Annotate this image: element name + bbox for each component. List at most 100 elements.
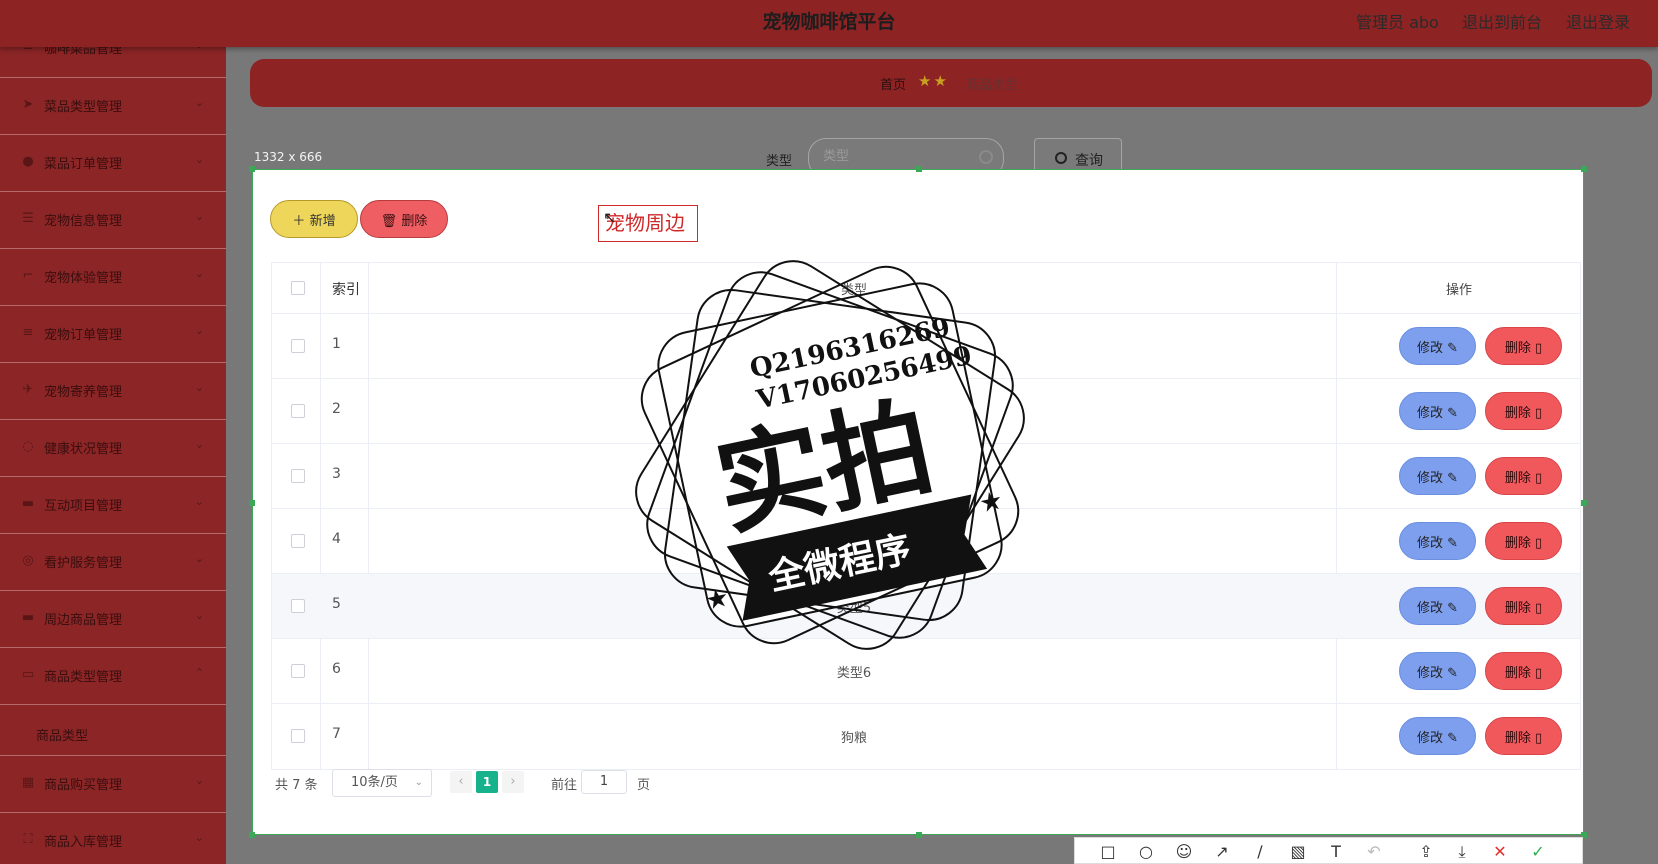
search-icon	[1055, 152, 1067, 164]
prev-page-button[interactable]: ‹	[450, 771, 472, 793]
edit-button[interactable]: 修改 ✎	[1399, 327, 1476, 365]
row-checkbox[interactable]	[291, 599, 305, 613]
row-index: 6	[332, 661, 341, 677]
sidebar-item-health[interactable]: ◌ 健康状况管理 ⌄	[0, 419, 226, 476]
pencil-icon: ✎	[1442, 535, 1459, 551]
delete-button[interactable]: 删除 ▯	[1485, 587, 1562, 625]
goto-label: 前往	[551, 778, 578, 793]
sidebar-item-label: 互动项目管理	[44, 499, 123, 514]
row-checkbox[interactable]	[291, 534, 305, 548]
trash-icon: ▯	[1530, 470, 1543, 486]
ellipse-tool-icon[interactable]: ○	[1135, 842, 1157, 861]
resize-handle[interactable]	[916, 832, 922, 838]
sidebar-item-label: 看护服务管理	[44, 556, 123, 571]
edit-button[interactable]: 修改 ✎	[1399, 457, 1476, 495]
trash-icon: ▯	[1530, 600, 1543, 616]
sidebar-item-label: 宠物信息管理	[44, 214, 123, 229]
edit-button[interactable]: 修改 ✎	[1399, 652, 1476, 690]
row-index: 4	[332, 531, 341, 547]
sidebar-item-peripheral[interactable]: ▬ 周边商品管理 ⌄	[0, 590, 226, 647]
message-icon: ▬	[21, 610, 35, 625]
trash-icon: ▯	[1530, 535, 1543, 551]
search-input[interactable]	[823, 149, 973, 164]
resize-handle[interactable]	[249, 166, 255, 172]
delete-label: 删除	[1504, 665, 1531, 681]
row-type: 类型6	[836, 666, 872, 681]
sidebar-item-dish-order[interactable]: ● 菜品订单管理 ⌄	[0, 134, 226, 191]
sidebar-item-pet-order[interactable]: ≡ 宠物订单管理 ⌄	[0, 305, 226, 362]
sidebar-item-interaction[interactable]: ▬ 互动项目管理 ⌄	[0, 476, 226, 533]
select-all-checkbox[interactable]	[291, 281, 305, 295]
chevron-down-icon: ⌄	[194, 438, 204, 451]
confirm-icon[interactable]: ✓	[1527, 842, 1549, 861]
edit-button[interactable]: 修改 ✎	[1399, 717, 1476, 755]
delete-button[interactable]: 删除 ▯	[1485, 457, 1562, 495]
row-checkbox[interactable]	[291, 729, 305, 743]
pagination: 共 7 条 10条/页 ⌄ ‹ 1 › 前往 1 页	[275, 767, 875, 797]
current-page[interactable]: 1	[476, 771, 498, 793]
page-size-select[interactable]: 10条/页 ⌄	[332, 769, 432, 797]
resize-handle[interactable]	[1581, 500, 1587, 506]
download-icon[interactable]: ⤓	[1451, 842, 1473, 862]
sidebar-item-goods-stock[interactable]: ⛶ 商品入库管理 ⌄	[0, 812, 226, 864]
row-checkbox[interactable]	[291, 404, 305, 418]
mosaic-tool-icon[interactable]: ☺	[1173, 842, 1195, 861]
sidebar-item-goods-type[interactable]: ▭ 商品类型管理 ⌃	[0, 647, 226, 704]
row-checkbox[interactable]	[291, 469, 305, 483]
arrow-tool-icon[interactable]: ↗	[1211, 842, 1233, 861]
pencil-icon: ✎	[1442, 600, 1459, 616]
chevron-down-icon: ⌄	[194, 609, 204, 622]
delete-button[interactable]: 删除 ▯	[1485, 717, 1562, 755]
edit-button[interactable]: 修改 ✎	[1399, 392, 1476, 430]
chevron-down-icon: ⌄	[194, 267, 204, 280]
pen-tool-icon[interactable]: ∕	[1249, 842, 1271, 861]
rectangle-tool-icon[interactable]: □	[1097, 842, 1119, 861]
close-icon[interactable]: ✕	[1489, 842, 1511, 861]
share-icon[interactable]: ⇪	[1415, 842, 1437, 861]
resize-handle[interactable]	[1581, 166, 1587, 172]
back-to-front-link[interactable]: 退出到前台	[1462, 9, 1542, 33]
resize-handle[interactable]	[916, 166, 922, 172]
row-index: 5	[332, 596, 341, 612]
table-row: 2 类型2 修改 ✎ 删除 ▯	[272, 379, 1580, 444]
delete-label: 删除	[1504, 600, 1531, 616]
row-index: 2	[332, 401, 341, 417]
sidebar-item-goods-purchase[interactable]: ▦ 商品购买管理 ⌄	[0, 755, 226, 812]
blur-tool-icon[interactable]: ▧	[1287, 842, 1309, 861]
sidebar-item-pet-info[interactable]: ☰ 宠物信息管理 ⌄	[0, 191, 226, 248]
delete-button[interactable]: 删除 ▯	[1485, 522, 1562, 560]
plus-icon: ＋	[292, 213, 310, 229]
table-row: 5 类型5 修改 ✎ 删除 ▯	[272, 574, 1580, 639]
sidebar-subitem-goods-type[interactable]: 商品类型	[0, 704, 226, 761]
pencil-icon: ✎	[1442, 665, 1459, 681]
resize-handle[interactable]	[249, 832, 255, 838]
delete-button[interactable]: 删除 ▯	[1485, 327, 1562, 365]
sidebar-item-pet-experience[interactable]: ⌐ 宠物体验管理 ⌄	[0, 248, 226, 305]
row-type: 类型4	[836, 536, 872, 551]
delete-button[interactable]: 删除 ▯	[1485, 652, 1562, 690]
pencil-icon: ✎	[1442, 340, 1459, 356]
row-index: 7	[332, 726, 341, 742]
sidebar-item-care-service[interactable]: ◎ 看护服务管理 ⌄	[0, 533, 226, 590]
breadcrumb-home[interactable]: 首页	[880, 74, 906, 93]
search-label: 类型	[766, 154, 793, 169]
text-tool-icon[interactable]: T	[1325, 842, 1347, 861]
batch-delete-button[interactable]: 🗑 删除	[360, 200, 448, 238]
add-button[interactable]: ＋ 新增	[270, 200, 358, 238]
delete-button[interactable]: 删除 ▯	[1485, 392, 1562, 430]
page-jump-input[interactable]: 1	[581, 770, 627, 794]
sidebar-item-dish-type[interactable]: ➤ 菜品类型管理 ⌄	[0, 77, 226, 134]
next-page-button[interactable]: ›	[502, 771, 524, 793]
crop-icon: ⌐	[22, 268, 34, 283]
edit-button[interactable]: 修改 ✎	[1399, 522, 1476, 560]
sidebar-item-dish[interactable]: ≡ 咖啡菜品管理 ⌄	[0, 47, 226, 76]
chevron-down-icon: ⌄	[194, 831, 204, 844]
row-checkbox[interactable]	[291, 339, 305, 353]
edit-button[interactable]: 修改 ✎	[1399, 587, 1476, 625]
resize-handle[interactable]	[249, 500, 255, 506]
logout-link[interactable]: 退出登录	[1566, 9, 1630, 33]
delete-label: 删除	[1504, 405, 1531, 421]
sidebar-item-pet-boarding[interactable]: ✈ 宠物寄养管理 ⌄	[0, 362, 226, 419]
row-checkbox[interactable]	[291, 664, 305, 678]
undo-icon[interactable]: ↶	[1363, 842, 1385, 861]
